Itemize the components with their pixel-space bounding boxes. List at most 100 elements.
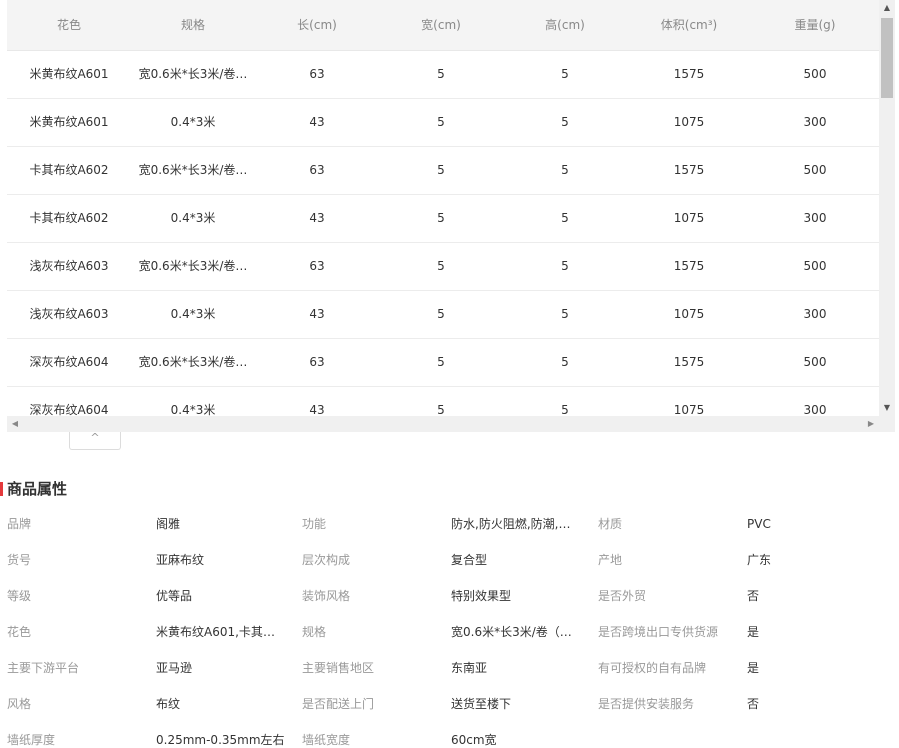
table-row: 深灰布纹A604 宽0.6米*长3米/卷… 63 5 5 1575 500 bbox=[7, 339, 879, 387]
cell-width: 5 bbox=[437, 211, 445, 225]
attribute-key: 是否提供安装服务 bbox=[598, 697, 695, 711]
collapse-table-button[interactable]: ^ bbox=[69, 432, 121, 450]
table-row: 深灰布纹A604 0.4*3米 43 5 5 1075 300 bbox=[7, 387, 879, 416]
cell-weight: 500 bbox=[803, 355, 827, 369]
scroll-right-icon[interactable]: ▶ bbox=[863, 416, 879, 432]
attribute-value: 东南亚 bbox=[451, 661, 488, 675]
attribute-value: 广东 bbox=[747, 553, 772, 567]
attribute-value: 米黄布纹A601,卡其布… bbox=[156, 625, 286, 639]
cell-volume: 1575 bbox=[673, 259, 705, 273]
cell-weight: 300 bbox=[803, 211, 827, 225]
attribute-row: 墙纸厚度 0.25mm-0.35mm左右 墙纸宽度 60cm宽 bbox=[7, 728, 887, 748]
attribute-value: 阁雅 bbox=[156, 517, 181, 531]
cell-color: 米黄布纹A601 bbox=[29, 67, 109, 81]
column-header-spec: 规格 bbox=[180, 18, 205, 32]
scrollbar-corner bbox=[879, 416, 895, 432]
cell-length: 63 bbox=[309, 163, 325, 177]
cell-spec: 宽0.6米*长3米/卷… bbox=[138, 259, 248, 273]
scroll-up-icon[interactable]: ▲ bbox=[879, 0, 895, 16]
table-row: 卡其布纹A602 0.4*3米 43 5 5 1075 300 bbox=[7, 195, 879, 243]
vertical-scrollbar[interactable]: ▲ ▼ bbox=[879, 0, 895, 416]
table-body: 米黄布纹A601 宽0.6米*长3米/卷… 63 5 5 1575 500 米黄… bbox=[7, 51, 879, 416]
attributes-list: 品牌 阁雅 功能 防水,防火阻燃,防潮,… 材质 PVC 货号 亚麻布纹 层次构… bbox=[7, 512, 887, 748]
attribute-value: 亚麻布纹 bbox=[156, 553, 205, 567]
attribute-key: 有可授权的自有品牌 bbox=[598, 661, 707, 675]
table-row: 浅灰布纹A603 宽0.6米*长3米/卷… 63 5 5 1575 500 bbox=[7, 243, 879, 291]
cell-width: 5 bbox=[437, 307, 445, 321]
cell-height: 5 bbox=[561, 403, 569, 416]
cell-weight: 300 bbox=[803, 115, 827, 129]
cell-spec: 宽0.6米*长3米/卷… bbox=[138, 163, 248, 177]
attribute-key: 花色 bbox=[7, 625, 32, 639]
cell-volume: 1575 bbox=[673, 67, 705, 81]
cell-volume: 1575 bbox=[673, 355, 705, 369]
attribute-key: 货号 bbox=[7, 553, 32, 567]
cell-spec: 0.4*3米 bbox=[170, 115, 216, 129]
attribute-value: 是 bbox=[747, 661, 760, 675]
attribute-value: 布纹 bbox=[156, 697, 181, 711]
attribute-row: 货号 亚麻布纹 层次构成 复合型 产地 广东 bbox=[7, 548, 887, 584]
attribute-row: 等级 优等品 装饰风格 特别效果型 是否外贸 否 bbox=[7, 584, 887, 620]
attribute-key: 层次构成 bbox=[302, 553, 351, 567]
attribute-key: 装饰风格 bbox=[302, 589, 351, 603]
cell-height: 5 bbox=[561, 307, 569, 321]
attribute-key: 主要下游平台 bbox=[7, 661, 80, 675]
cell-width: 5 bbox=[437, 403, 445, 416]
attribute-row: 品牌 阁雅 功能 防水,防火阻燃,防潮,… 材质 PVC bbox=[7, 512, 887, 548]
cell-spec: 0.4*3米 bbox=[170, 307, 216, 321]
table-header: 花色 规格 长(cm) 宽(cm) 高(cm) 体积(cm³) 重量(g) bbox=[7, 0, 879, 51]
attribute-value: 是 bbox=[747, 625, 760, 639]
attribute-key: 材质 bbox=[598, 517, 623, 531]
attribute-value: 否 bbox=[747, 697, 760, 711]
attribute-value: 送货至楼下 bbox=[451, 697, 512, 711]
attribute-key: 墙纸宽度 bbox=[302, 733, 351, 747]
cell-width: 5 bbox=[437, 115, 445, 129]
cell-height: 5 bbox=[561, 355, 569, 369]
cell-color: 深灰布纹A604 bbox=[29, 403, 109, 416]
cell-volume: 1075 bbox=[673, 403, 705, 416]
cell-length: 43 bbox=[309, 115, 325, 129]
cell-length: 63 bbox=[309, 67, 325, 81]
attribute-value: 否 bbox=[747, 589, 760, 603]
cell-weight: 500 bbox=[803, 163, 827, 177]
cell-length: 63 bbox=[309, 259, 325, 273]
cell-spec: 宽0.6米*长3米/卷… bbox=[138, 355, 248, 369]
attribute-key: 产地 bbox=[598, 553, 623, 567]
attribute-value: 复合型 bbox=[451, 553, 488, 567]
attribute-value: PVC bbox=[747, 517, 771, 531]
vertical-scroll-thumb[interactable] bbox=[881, 18, 893, 98]
cell-width: 5 bbox=[437, 355, 445, 369]
cell-color: 卡其布纹A602 bbox=[29, 163, 109, 177]
attribute-key: 墙纸厚度 bbox=[7, 733, 56, 747]
attribute-value: 60cm宽 bbox=[451, 733, 497, 747]
scroll-left-icon[interactable]: ◀ bbox=[7, 416, 23, 432]
table-viewport: 花色 规格 长(cm) 宽(cm) 高(cm) 体积(cm³) 重量(g) 米黄… bbox=[7, 0, 879, 416]
table-row: 米黄布纹A601 宽0.6米*长3米/卷… 63 5 5 1575 500 bbox=[7, 51, 879, 99]
attribute-value: 防水,防火阻燃,防潮,… bbox=[451, 517, 571, 531]
section-title: 商品属性 bbox=[0, 479, 67, 499]
column-header-volume: 体积(cm³) bbox=[660, 18, 718, 32]
cell-color: 米黄布纹A601 bbox=[29, 115, 109, 129]
cell-width: 5 bbox=[437, 259, 445, 273]
horizontal-scrollbar[interactable]: ◀ ▶ bbox=[7, 416, 879, 432]
cell-width: 5 bbox=[437, 67, 445, 81]
cell-length: 63 bbox=[309, 355, 325, 369]
attribute-value: 亚马逊 bbox=[156, 661, 193, 675]
attribute-row: 花色 米黄布纹A601,卡其布… 规格 宽0.6米*长3米/卷（… 是否跨境出口… bbox=[7, 620, 887, 656]
section-title-text: 商品属性 bbox=[7, 480, 68, 498]
attribute-key: 规格 bbox=[302, 625, 327, 639]
table-row: 卡其布纹A602 宽0.6米*长3米/卷… 63 5 5 1575 500 bbox=[7, 147, 879, 195]
cell-length: 43 bbox=[309, 403, 325, 416]
cell-color: 浅灰布纹A603 bbox=[29, 307, 109, 321]
cell-length: 43 bbox=[309, 211, 325, 225]
attribute-key: 品牌 bbox=[7, 517, 32, 531]
cell-volume: 1075 bbox=[673, 307, 705, 321]
attribute-key: 是否跨境出口专供货源 bbox=[598, 625, 719, 639]
cell-spec: 宽0.6米*长3米/卷… bbox=[138, 67, 248, 81]
attribute-key: 主要销售地区 bbox=[302, 661, 375, 675]
cell-weight: 300 bbox=[803, 403, 827, 416]
scroll-down-icon[interactable]: ▼ bbox=[879, 400, 895, 416]
cell-height: 5 bbox=[561, 67, 569, 81]
cell-weight: 500 bbox=[803, 259, 827, 273]
attribute-value: 特别效果型 bbox=[451, 589, 512, 603]
